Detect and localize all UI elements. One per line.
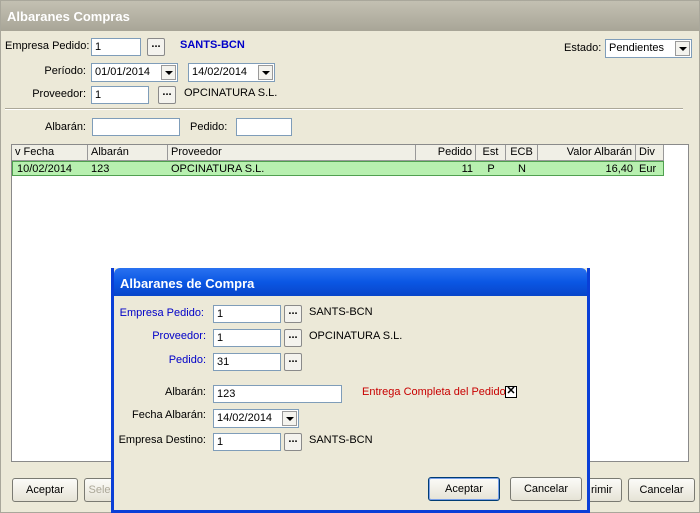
proveedor-label: Proveedor: xyxy=(32,88,86,100)
column-header-ecb[interactable]: ECB xyxy=(506,145,538,161)
dialog-cancelar-button[interactable]: Cancelar xyxy=(510,477,582,501)
cell-ecb: N xyxy=(518,163,526,175)
aceptar-button[interactable]: Aceptar xyxy=(12,478,78,502)
periodo-to-select[interactable]: 14/02/2014 xyxy=(188,63,275,82)
dialog-destino-input[interactable]: 1 xyxy=(213,433,281,451)
dialog-fecha-label: Fecha Albarán: xyxy=(132,409,206,421)
window-title: Albaranes Compras xyxy=(7,9,130,24)
pedido-label: Pedido: xyxy=(190,121,228,133)
dialog-proveedor-input[interactable]: 1 xyxy=(213,329,281,347)
proveedor-name: OPCINATURA S.L. xyxy=(184,87,278,99)
proveedor-input[interactable]: 1 xyxy=(91,86,149,104)
entrega-completa-label: Entrega Completa del Pedido xyxy=(362,386,506,398)
dialog-fecha-value: 14/02/2014 xyxy=(217,412,273,424)
cell-proveedor: OPCINATURA S.L. xyxy=(171,163,265,175)
dialog-destino-lookup-button[interactable]: ... xyxy=(284,433,302,451)
dialog-destino-name: SANTS-BCN xyxy=(309,434,373,446)
column-header-albaran[interactable]: Albarán xyxy=(88,145,168,161)
albaran-label: Albarán: xyxy=(45,121,86,133)
dialog-empresa-lookup-button[interactable]: ... xyxy=(284,305,302,323)
imprimir-button[interactable]: rimir xyxy=(589,478,622,502)
dialog-albaran-input[interactable]: 123 xyxy=(213,385,342,403)
dialog-proveedor-label: Proveedor: xyxy=(152,330,206,342)
dialog-pedido-lookup-button[interactable]: ... xyxy=(284,353,302,371)
albaranes-de-compra-dialog: Albaranes de Compra Empresa Pedido: 1 ..… xyxy=(111,268,590,513)
entrega-completa-checkbox[interactable]: ✕ xyxy=(505,386,517,398)
chevron-down-icon[interactable] xyxy=(258,65,273,80)
estado-label: Estado: xyxy=(564,42,602,54)
empresa-pedido-input[interactable]: 1 xyxy=(91,38,141,56)
dialog-pedido-label: Pedido: xyxy=(168,354,206,366)
column-header-valor[interactable]: Valor Albarán xyxy=(538,145,636,161)
seleccionar-button[interactable]: Sele xyxy=(84,478,114,502)
dialog-albaran-label: Albarán: xyxy=(165,386,206,398)
empresa-lookup-button[interactable]: ... xyxy=(147,38,165,56)
periodo-from-select[interactable]: 01/01/2014 xyxy=(91,63,178,82)
pedido-search-input[interactable] xyxy=(236,118,292,136)
albaran-search-input[interactable] xyxy=(92,118,180,136)
periodo-from-value: 01/01/2014 xyxy=(95,66,151,78)
proveedor-lookup-button[interactable]: ... xyxy=(158,86,176,104)
dialog-proveedor-name: OPCINATURA S.L. xyxy=(309,330,403,342)
dialog-empresa-name: SANTS-BCN xyxy=(309,306,373,318)
column-header-est[interactable]: Est xyxy=(476,145,506,161)
empresa-pedido-label: Empresa Pedido: xyxy=(5,40,90,52)
window-titlebar[interactable]: Albaranes Compras xyxy=(1,1,699,31)
dialog-pedido-input[interactable]: 31 xyxy=(213,353,281,371)
dialog-title: Albaranes de Compra xyxy=(120,276,255,291)
column-header-fecha[interactable]: v Fecha xyxy=(12,145,88,161)
periodo-label: Período: xyxy=(44,65,86,77)
periodo-to-value: 14/02/2014 xyxy=(192,66,248,78)
dialog-proveedor-lookup-button[interactable]: ... xyxy=(284,329,302,347)
estado-select[interactable]: Pendientes xyxy=(605,39,692,58)
dialog-empresa-label: Empresa Pedido: xyxy=(119,307,204,319)
estado-value: Pendientes xyxy=(609,42,665,54)
cancelar-button[interactable]: Cancelar xyxy=(628,478,695,502)
empresa-name: SANTS-BCN xyxy=(180,39,245,51)
column-header-div[interactable]: Div xyxy=(636,145,664,161)
column-header-proveedor[interactable]: Proveedor xyxy=(168,145,416,161)
chevron-down-icon[interactable] xyxy=(282,411,297,426)
dialog-empresa-input[interactable]: 1 xyxy=(213,305,281,323)
dialog-aceptar-button[interactable]: Aceptar xyxy=(428,477,500,501)
dialog-fecha-select[interactable]: 14/02/2014 xyxy=(213,409,299,428)
cell-valor: 16,40 xyxy=(605,163,633,175)
cell-div: Eur xyxy=(639,163,657,175)
column-header-pedido[interactable]: Pedido xyxy=(416,145,476,161)
dialog-destino-label: Empresa Destino: xyxy=(118,434,206,446)
dialog-titlebar[interactable]: Albaranes de Compra xyxy=(114,268,587,296)
cell-est: P xyxy=(487,163,495,175)
separator xyxy=(5,108,683,110)
cell-albaran: 123 xyxy=(91,163,110,175)
chevron-down-icon[interactable] xyxy=(675,41,690,56)
cell-pedido: 11 xyxy=(461,163,473,175)
cell-fecha: 10/02/2014 xyxy=(17,163,73,175)
chevron-down-icon[interactable] xyxy=(161,65,176,80)
